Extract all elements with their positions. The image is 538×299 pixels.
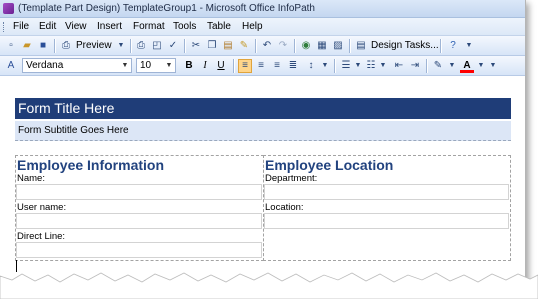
toolbar-separator [426, 59, 427, 73]
cut-icon[interactable]: ✂ [189, 39, 203, 53]
field-label-location: Location: [265, 202, 304, 213]
toolbar-options-icon[interactable]: ▼ [462, 39, 476, 53]
line-spacing-icon[interactable]: ↕ [304, 59, 318, 73]
font-icon[interactable]: A [4, 59, 18, 73]
field-label-name: Name: [17, 173, 45, 184]
align-left-icon[interactable]: ≡ [238, 59, 252, 73]
design-canvas[interactable]: Form Title Here Form Subtitle Goes Here … [0, 76, 525, 284]
highlight-dropdown-icon[interactable]: ▼ [445, 59, 459, 73]
menu-bar: File Edit View Insert Format Tools Table… [0, 18, 525, 36]
chevron-down-icon[interactable]: ▼ [164, 59, 174, 72]
toolbar-separator [294, 39, 295, 53]
field-label-department: Department: [265, 173, 318, 184]
field-label-user-name: User name: [17, 202, 67, 213]
preview-dropdown-icon[interactable]: ▼ [114, 39, 128, 53]
undo-icon[interactable]: ↶ [260, 39, 274, 53]
preview-icon[interactable]: ⎙ [59, 39, 73, 53]
menu-file[interactable]: File [13, 21, 29, 32]
toolbar-separator [440, 39, 441, 53]
menu-edit[interactable]: Edit [39, 21, 56, 32]
align-right-icon[interactable]: ≡ [270, 59, 284, 73]
menu-insert[interactable]: Insert [97, 21, 122, 32]
toolbar-separator [54, 39, 55, 53]
menu-bar-grip-icon[interactable] [3, 22, 6, 32]
menu-help[interactable]: Help [242, 21, 263, 32]
torn-edge-decoration [0, 272, 538, 299]
formatting-toolbar: A Verdana ▼ 10 ▼ B I U ≡ ≡ ≡ ≣ ↕ ▼ ☰ ▼ ☷… [0, 56, 525, 76]
toolbar-separator [255, 39, 256, 53]
open-icon[interactable]: ▰ [20, 39, 34, 53]
toolbar-separator [130, 39, 131, 53]
redo-icon[interactable]: ↷ [276, 39, 290, 53]
print-preview-icon[interactable]: ◰ [150, 39, 164, 53]
font-size-select[interactable]: 10 ▼ [136, 58, 176, 73]
chevron-down-icon[interactable]: ▼ [120, 59, 130, 72]
design-tasks-icon[interactable]: ▤ [354, 39, 368, 53]
format-painter-icon[interactable]: ✎ [237, 39, 251, 53]
font-color-icon[interactable]: A [460, 59, 474, 73]
underline-button[interactable]: U [214, 59, 228, 73]
save-icon[interactable]: ■ [36, 39, 50, 53]
font-size-value: 10 [140, 60, 152, 71]
title-bar: (Template Part Design) TemplateGroup1 - … [0, 0, 525, 18]
justify-icon[interactable]: ≣ [286, 59, 300, 73]
decrease-indent-icon[interactable]: ⇤ [392, 59, 406, 73]
numbering-dropdown-icon[interactable]: ▼ [351, 59, 365, 73]
menu-tools[interactable]: Tools [173, 21, 196, 32]
help-icon[interactable]: ? [446, 39, 460, 53]
paste-icon[interactable]: ▤ [221, 39, 235, 53]
window-title: (Template Part Design) TemplateGroup1 - … [18, 3, 315, 14]
form-title[interactable]: Form Title Here [15, 98, 511, 119]
infopath-window: (Template Part Design) TemplateGroup1 - … [0, 0, 526, 284]
bold-button[interactable]: B [182, 59, 196, 73]
design-tasks-button[interactable]: Design Tasks... [369, 39, 441, 53]
align-center-icon[interactable]: ≡ [254, 59, 268, 73]
user-name-field[interactable] [16, 213, 262, 229]
toolbar-separator [233, 59, 234, 73]
field-label-direct-line: Direct Line: [17, 231, 66, 242]
preview-button[interactable]: Preview [74, 39, 114, 53]
toolbar-separator [184, 39, 185, 53]
direct-line-field[interactable] [16, 242, 262, 258]
print-icon[interactable]: ⎙ [134, 39, 148, 53]
infopath-app-icon[interactable] [3, 3, 14, 14]
font-family-select[interactable]: Verdana ▼ [22, 58, 132, 73]
section-heading-employee-location: Employee Location [265, 157, 394, 173]
line-spacing-dropdown-icon[interactable]: ▼ [318, 59, 332, 73]
copy-icon[interactable]: ❐ [205, 39, 219, 53]
highlight-icon[interactable]: ✎ [431, 59, 445, 73]
bullets-dropdown-icon[interactable]: ▼ [376, 59, 390, 73]
department-field[interactable] [264, 184, 509, 200]
insert-picture-icon[interactable]: ▨ [331, 39, 345, 53]
spelling-icon[interactable]: ✓ [166, 39, 180, 53]
section-heading-employee-information: Employee Information [17, 157, 165, 173]
location-field[interactable] [264, 213, 509, 229]
italic-button[interactable]: I [198, 59, 212, 73]
name-field[interactable] [16, 184, 262, 200]
font-family-value: Verdana [26, 60, 64, 71]
new-icon[interactable]: ▫ [4, 39, 18, 53]
increase-indent-icon[interactable]: ⇥ [408, 59, 422, 73]
insert-hyperlink-icon[interactable]: ◉ [299, 39, 313, 53]
standard-toolbar: ▫ ▰ ■ ⎙ Preview ▼ ⎙ ◰ ✓ ✂ ❐ ▤ ✎ ↶ ↷ ◉ ▦ … [0, 36, 525, 56]
menu-view[interactable]: View [65, 21, 87, 32]
form-subtitle[interactable]: Form Subtitle Goes Here [15, 121, 511, 141]
insert-table-icon[interactable]: ▦ [315, 39, 329, 53]
menu-table[interactable]: Table [207, 21, 231, 32]
toolbar-separator [334, 59, 335, 73]
toolbar-options-icon[interactable]: ▼ [486, 59, 500, 73]
toolbar-separator [349, 39, 350, 53]
menu-format[interactable]: Format [133, 21, 165, 32]
